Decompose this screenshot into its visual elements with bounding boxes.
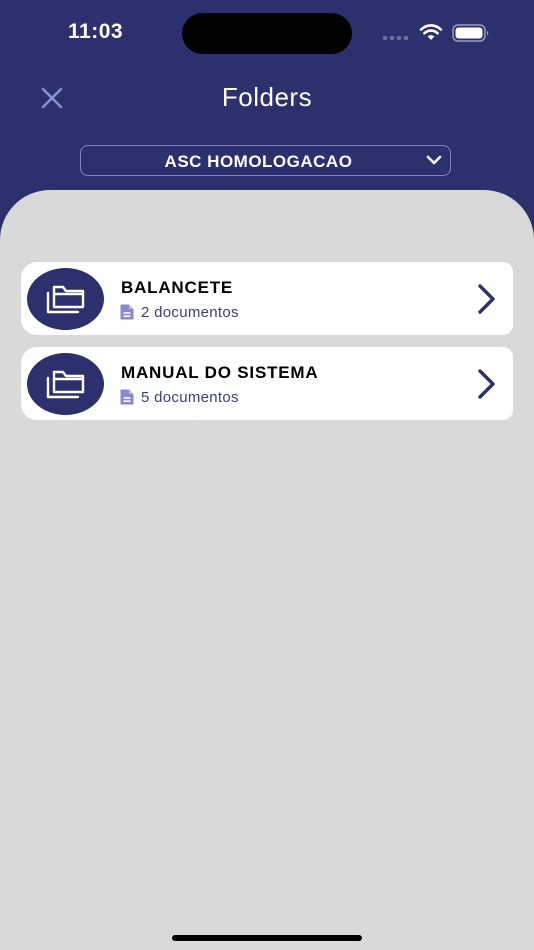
- document-icon: [120, 304, 134, 320]
- folder-item-manual-do-sistema[interactable]: MANUAL DO SISTEMA 5 documentos: [21, 347, 513, 420]
- folders-icon: [46, 285, 85, 314]
- status-bar: 11:03: [0, 0, 534, 62]
- folder-avatar: [27, 268, 104, 330]
- folder-name: MANUAL DO SISTEMA: [121, 363, 319, 382]
- wifi-icon: [419, 24, 443, 40]
- folder-list: BALANCETE 2 documentos MANUAL DO SISTEMA: [0, 190, 534, 950]
- header: Folders ASC HOMOLOGACAO: [0, 62, 534, 192]
- dynamic-island: [182, 13, 352, 54]
- selector-value: ASC HOMOLOGACAO: [164, 152, 353, 171]
- company-selector[interactable]: ASC HOMOLOGACAO: [80, 145, 451, 176]
- folder-name: BALANCETE: [121, 278, 234, 297]
- home-indicator[interactable]: [172, 935, 362, 941]
- cellular-signal-icon: [382, 35, 409, 41]
- chevron-down-icon: [426, 155, 442, 165]
- document-count: 2 documentos: [141, 304, 239, 321]
- folder-avatar: [27, 353, 104, 415]
- folder-item-balancete[interactable]: BALANCETE 2 documentos: [21, 262, 513, 335]
- page-title: Folders: [221, 82, 313, 112]
- folders-icon: [46, 370, 85, 399]
- document-icon: [120, 389, 134, 405]
- chevron-right-icon: [478, 369, 495, 399]
- battery-icon: [452, 24, 489, 42]
- status-time: 11:03: [68, 20, 124, 43]
- chevron-right-icon: [478, 284, 495, 314]
- document-count: 5 documentos: [141, 389, 239, 406]
